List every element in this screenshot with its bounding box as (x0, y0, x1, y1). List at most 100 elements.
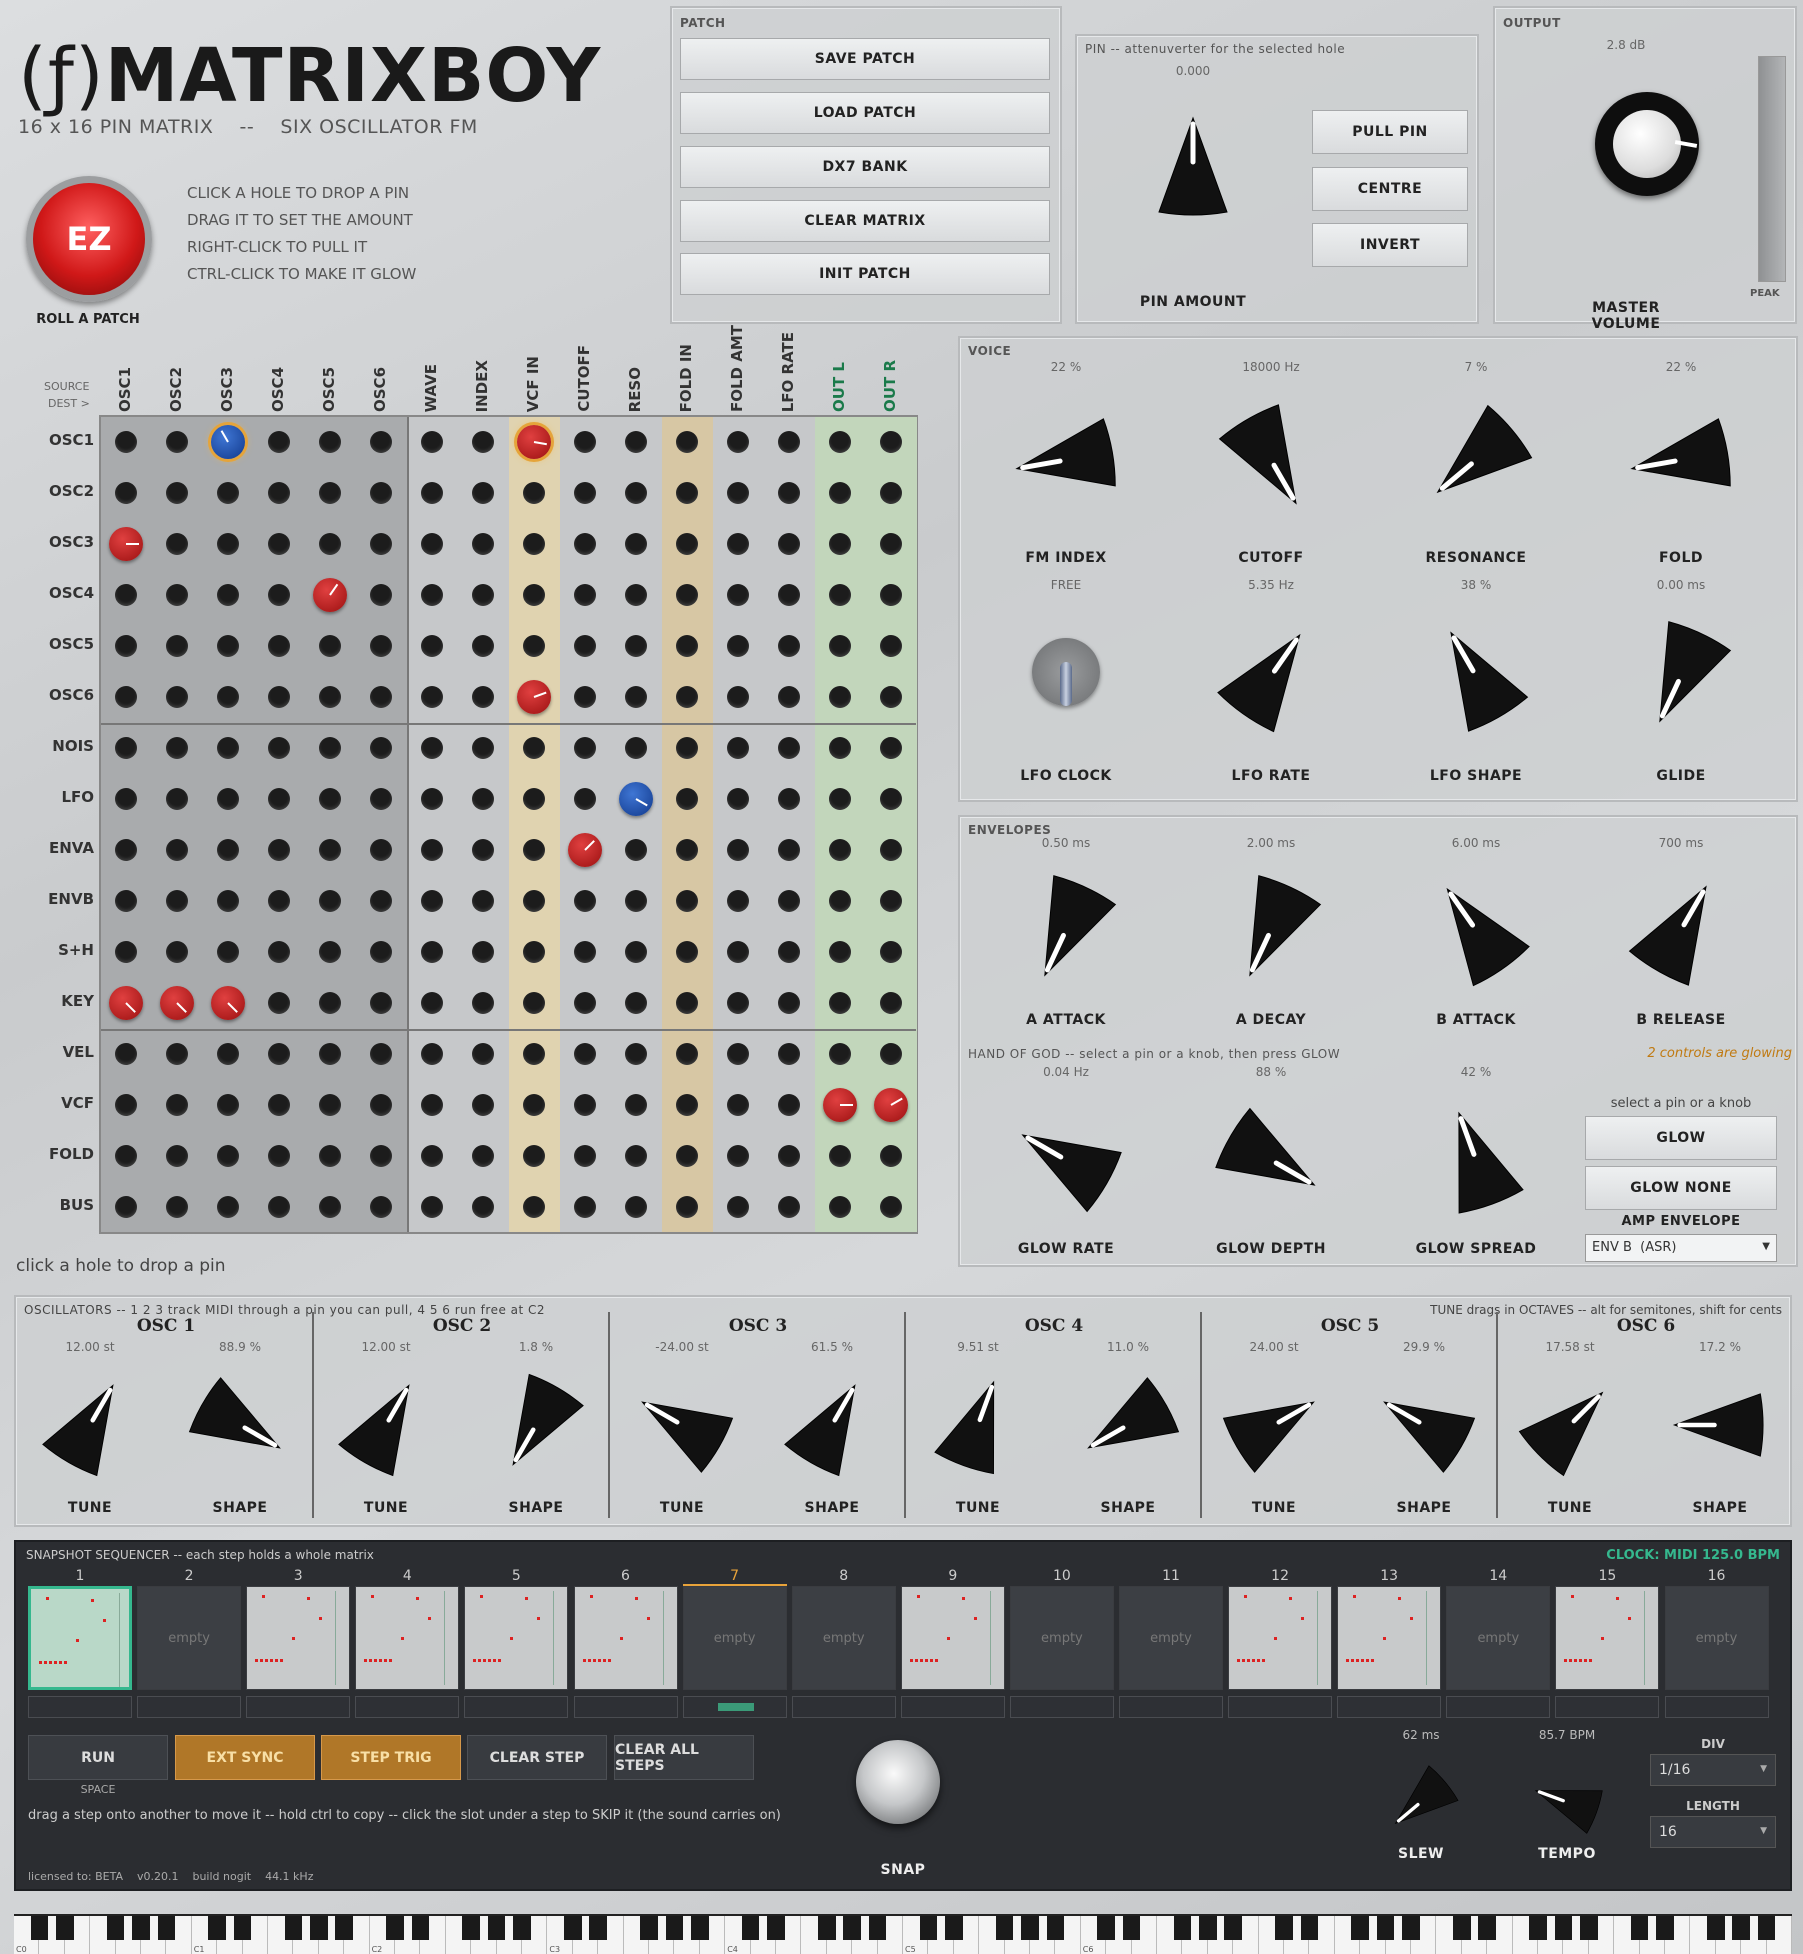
matrix-hole[interactable] (370, 839, 392, 861)
black-key[interactable] (589, 1916, 608, 1940)
voice-lfo-clock-switch[interactable] (1032, 638, 1100, 706)
black-key[interactable] (1122, 1916, 1141, 1940)
matrix-hole[interactable] (319, 788, 341, 810)
matrix-hole[interactable] (574, 941, 596, 963)
matrix-hole[interactable] (268, 1043, 290, 1065)
matrix-hole[interactable] (523, 533, 545, 555)
matrix-hole[interactable] (217, 1043, 239, 1065)
matrix-hole[interactable] (421, 788, 443, 810)
black-key[interactable] (1376, 1916, 1395, 1940)
init-patch-button[interactable]: INIT PATCH (680, 253, 1050, 295)
black-key[interactable] (1173, 1916, 1192, 1940)
matrix-hole[interactable] (268, 635, 290, 657)
matrix-hole[interactable] (574, 890, 596, 912)
matrix-hole[interactable] (676, 635, 698, 657)
step-skip-slot[interactable] (137, 1696, 242, 1718)
matrix-hole[interactable] (472, 686, 494, 708)
voice-cutoff-knob[interactable] (1211, 400, 1331, 520)
matrix-hole[interactable] (370, 635, 392, 657)
black-key[interactable] (1097, 1916, 1116, 1940)
matrix-hole[interactable] (370, 890, 392, 912)
matrix-pin[interactable] (211, 986, 245, 1020)
step-skip-slot[interactable] (355, 1696, 460, 1718)
matrix-hole[interactable] (166, 890, 188, 912)
matrix-hole[interactable] (727, 1196, 749, 1218)
matrix-hole[interactable] (421, 890, 443, 912)
black-key[interactable] (335, 1916, 354, 1940)
black-key[interactable] (1224, 1916, 1243, 1940)
matrix-hole[interactable] (421, 533, 443, 555)
matrix-pin[interactable] (619, 782, 653, 816)
matrix-pin[interactable] (109, 527, 143, 561)
matrix-hole[interactable] (829, 635, 851, 657)
step-slot[interactable] (1337, 1586, 1442, 1690)
matrix-hole[interactable] (778, 1094, 800, 1116)
matrix-hole[interactable] (421, 839, 443, 861)
black-key[interactable] (995, 1916, 1014, 1940)
step-slot[interactable] (573, 1586, 678, 1690)
matrix-hole[interactable] (880, 584, 902, 606)
matrix-hole[interactable] (166, 941, 188, 963)
pull-pin-button[interactable]: PULL PIN (1312, 110, 1468, 154)
matrix-hole[interactable] (217, 686, 239, 708)
osc-tune-knob[interactable] (35, 1370, 145, 1480)
matrix-hole[interactable] (523, 839, 545, 861)
matrix-pin[interactable] (109, 986, 143, 1020)
matrix-hole[interactable] (727, 686, 749, 708)
hog-glow-rate-knob[interactable] (1006, 1100, 1126, 1220)
black-key[interactable] (1579, 1916, 1598, 1940)
matrix-hole[interactable] (523, 788, 545, 810)
matrix-hole[interactable] (421, 1043, 443, 1065)
osc-tune-knob[interactable] (1219, 1370, 1329, 1480)
black-key[interactable] (1757, 1916, 1776, 1940)
matrix-hole[interactable] (727, 1043, 749, 1065)
matrix-hole[interactable] (319, 839, 341, 861)
matrix-hole[interactable] (880, 482, 902, 504)
matrix-hole[interactable] (523, 1196, 545, 1218)
matrix-pin[interactable] (568, 833, 602, 867)
pin-amount-knob[interactable] (1133, 108, 1253, 228)
step-slot[interactable] (900, 1586, 1005, 1690)
clear-matrix-button[interactable]: CLEAR MATRIX (680, 200, 1050, 242)
matrix-hole[interactable] (319, 686, 341, 708)
matrix-hole[interactable] (217, 533, 239, 555)
matrix-hole[interactable] (574, 788, 596, 810)
matrix-hole[interactable] (676, 890, 698, 912)
matrix-hole[interactable] (472, 737, 494, 759)
black-key[interactable] (817, 1916, 836, 1940)
matrix-hole[interactable] (370, 1145, 392, 1167)
step-skip-slot[interactable] (1446, 1696, 1551, 1718)
matrix-hole[interactable] (472, 1043, 494, 1065)
glow-none-button[interactable]: GLOW NONE (1585, 1166, 1777, 1210)
matrix-hole[interactable] (421, 584, 443, 606)
black-key[interactable] (868, 1916, 887, 1940)
dx7-bank-button[interactable]: DX7 BANK (680, 146, 1050, 188)
matrix-hole[interactable] (778, 737, 800, 759)
matrix-hole[interactable] (115, 686, 137, 708)
matrix-hole[interactable] (727, 635, 749, 657)
black-key[interactable] (1478, 1916, 1497, 1940)
black-key[interactable] (284, 1916, 303, 1940)
matrix-hole[interactable] (778, 992, 800, 1014)
matrix-hole[interactable] (778, 1196, 800, 1218)
matrix-hole[interactable] (625, 635, 647, 657)
step-skip-slot[interactable] (464, 1696, 569, 1718)
matrix-hole[interactable] (370, 737, 392, 759)
osc-shape-knob[interactable] (481, 1370, 591, 1480)
matrix-hole[interactable] (421, 482, 443, 504)
step-skip-slot[interactable] (28, 1696, 132, 1718)
matrix-hole[interactable] (523, 992, 545, 1014)
black-key[interactable] (741, 1916, 760, 1940)
step-slot-empty[interactable]: empty (1009, 1586, 1114, 1690)
matrix-hole[interactable] (880, 941, 902, 963)
matrix-hole[interactable] (880, 839, 902, 861)
matrix-hole[interactable] (472, 941, 494, 963)
matrix-hole[interactable] (115, 890, 137, 912)
matrix-hole[interactable] (268, 1094, 290, 1116)
matrix-hole[interactable] (370, 686, 392, 708)
matrix-hole[interactable] (166, 635, 188, 657)
osc-tune-knob[interactable] (627, 1370, 737, 1480)
matrix-hole[interactable] (421, 431, 443, 453)
step-slot-empty[interactable]: empty (1446, 1586, 1551, 1690)
matrix-hole[interactable] (523, 1145, 545, 1167)
